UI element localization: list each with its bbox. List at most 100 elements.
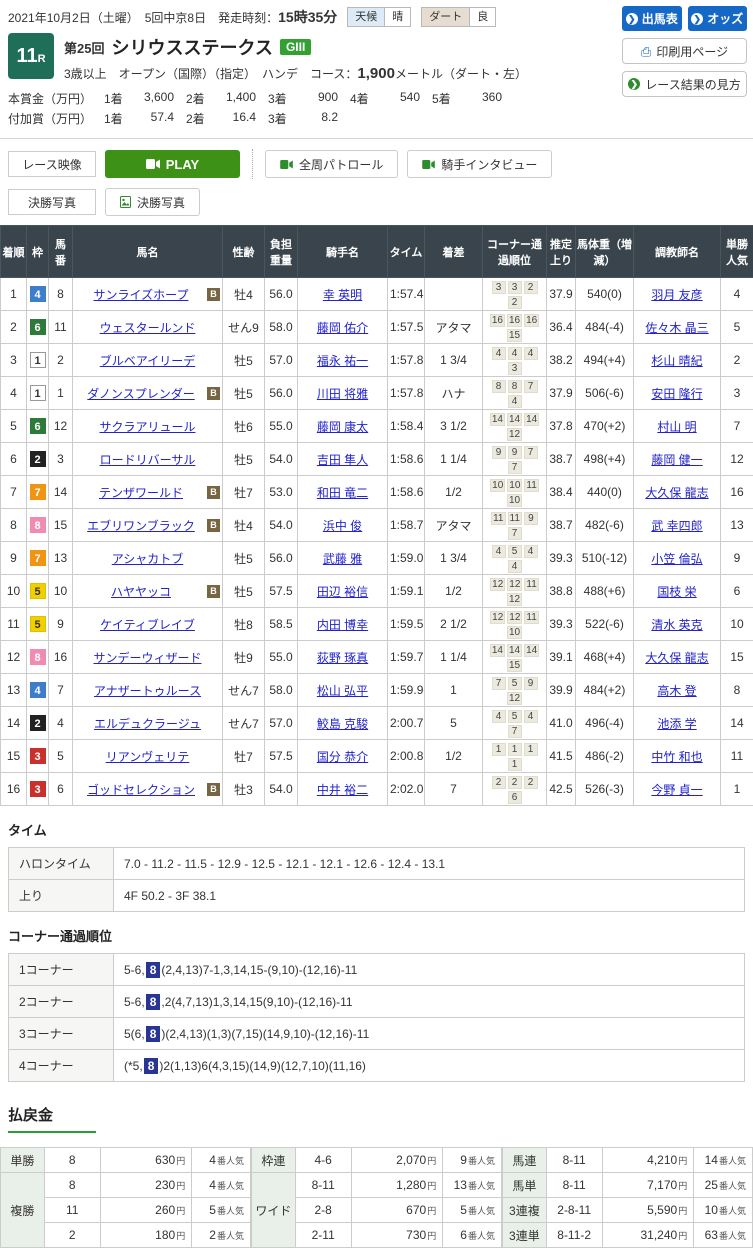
jockey-name-link[interactable]: 田辺 裕信	[317, 585, 368, 599]
jockey-name-link[interactable]: 鮫島 克駿	[317, 717, 368, 731]
bet-type-label: 馬連	[503, 1148, 547, 1173]
entry-table-button[interactable]: ❯ 出馬表	[622, 6, 682, 31]
horse-name-link[interactable]: ウェスタールンド	[100, 321, 196, 335]
trainer-name-link[interactable]: 大久保 龍志	[645, 486, 708, 500]
trainer-name-link[interactable]: 佐々木 晶三	[645, 321, 708, 335]
prize-value: 900	[294, 90, 338, 107]
payout-row: 単勝8630円4番人気	[1, 1148, 251, 1173]
corner-position: 2	[508, 296, 522, 309]
estimated-last3f: 39.9	[547, 674, 576, 707]
horse-name-link[interactable]: リアンヴェリテ	[106, 750, 190, 764]
trainer-name-link[interactable]: 高木 登	[657, 684, 696, 698]
bracket-number-badge: 5	[30, 616, 46, 632]
horse-name-link[interactable]: エブリワンブラック	[87, 519, 195, 533]
jockey-cell: 荻野 琢真	[298, 641, 388, 674]
column-header: 馬体重（増減）	[576, 226, 634, 278]
start-time: 15時35分	[278, 9, 337, 25]
finish-time: 1:57.8	[388, 377, 425, 410]
print-page-button[interactable]: ⎙ 印刷用ページ	[622, 38, 747, 64]
horse-name-link[interactable]: ハヤヤッコ	[111, 585, 171, 599]
horse-name-cell: サンライズホープB	[73, 278, 223, 311]
trainer-name-link[interactable]: 今野 貞一	[651, 783, 702, 797]
horse-number: 14	[49, 476, 73, 509]
payout-amount: 730円	[351, 1223, 443, 1248]
payout-popularity: 10番人気	[694, 1198, 753, 1223]
horse-name-link[interactable]: アシャカトブ	[112, 552, 184, 566]
horse-name-link[interactable]: アナザートゥルース	[94, 684, 201, 698]
jockey-name-link[interactable]: 和田 竜二	[317, 486, 368, 500]
horse-name-link[interactable]: ロードリバーサル	[100, 453, 196, 467]
video-camera-icon	[146, 159, 160, 169]
horse-name-link[interactable]: エルデュクラージュ	[94, 717, 201, 731]
estimated-last3f: 39.3	[547, 608, 576, 641]
horse-name-link[interactable]: テンザワールド	[99, 486, 183, 500]
last-furlongs-value: 4F 50.2 - 3F 38.1	[114, 880, 745, 912]
horse-name-link[interactable]: サンライズホープ	[94, 288, 189, 302]
carried-weight: 57.5	[265, 740, 298, 773]
jockey-cell: 藤岡 佑介	[298, 311, 388, 344]
corner-positions-cell: 10101110	[483, 476, 547, 509]
result-row: 148サンライズホープB牡456.0幸 英明1:57.4332237.9540(…	[1, 278, 753, 311]
horse-name-link[interactable]: ケイティブレイブ	[100, 618, 195, 632]
corner-order-value: (*5,8)2(1,13)6(4,3,15)(14,9)(12,7,10)(11…	[114, 1050, 745, 1082]
bet-type-label: 枠連	[252, 1148, 296, 1173]
trainer-name-link[interactable]: 武 幸四郎	[651, 519, 702, 533]
horse-name-link[interactable]: ブルベアイリーデ	[100, 354, 195, 368]
trainer-name-link[interactable]: 中竹 和也	[651, 750, 702, 764]
blinker-badge: B	[207, 387, 220, 400]
trainer-name-link[interactable]: 小笠 倫弘	[651, 552, 702, 566]
trainer-name-link[interactable]: 池添 学	[657, 717, 696, 731]
trainer-name-link[interactable]: 安田 隆行	[651, 387, 702, 401]
jockey-name-link[interactable]: 武藤 雅	[323, 552, 362, 566]
jockey-name-link[interactable]: 幸 英明	[323, 288, 362, 302]
jockey-name-link[interactable]: 福永 祐一	[317, 354, 368, 368]
finish-photo-button[interactable]: 決勝写真	[105, 188, 200, 216]
finish-time: 1:58.6	[388, 443, 425, 476]
play-button[interactable]: PLAY	[105, 150, 240, 178]
jockey-name-link[interactable]: 浜中 俊	[323, 519, 362, 533]
jockey-name-link[interactable]: 内田 博幸	[317, 618, 368, 632]
sex-age: せん9	[223, 311, 265, 344]
jockey-name-link[interactable]: 荻野 琢真	[317, 651, 368, 665]
estimated-last3f: 42.5	[547, 773, 576, 806]
corner-section-title: コーナー通過順位	[0, 912, 753, 953]
trainer-name-link[interactable]: 村山 明	[657, 420, 696, 434]
trainer-name-link[interactable]: 杉山 晴紀	[651, 354, 702, 368]
result-guide-button[interactable]: ❯ レース結果の見方	[622, 71, 747, 97]
odds-button[interactable]: ❯ オッズ	[688, 6, 748, 31]
sex-age: 牡5	[223, 542, 265, 575]
trainer-name-link[interactable]: 羽月 友彦	[651, 288, 702, 302]
trainer-name-link[interactable]: 藤岡 健一	[651, 453, 702, 467]
jockey-name-link[interactable]: 松山 弘平	[317, 684, 368, 698]
trainer-name-link[interactable]: 大久保 龍志	[645, 651, 708, 665]
last-furlongs-label: 上り	[9, 880, 114, 912]
horse-name-link[interactable]: ゴッドセレクション	[87, 783, 195, 797]
horse-name-link[interactable]: ダノンスプレンダー	[87, 387, 194, 401]
jockey-name-link[interactable]: 川田 将雅	[317, 387, 368, 401]
horse-name-link[interactable]: サンデーウィザード	[93, 651, 201, 665]
corner-position: 10	[490, 479, 505, 492]
patrol-video-button[interactable]: 全周パトロール	[265, 150, 398, 178]
jockey-name-link[interactable]: 藤岡 佑介	[317, 321, 368, 335]
horse-name-link[interactable]: サクラアリュール	[99, 420, 195, 434]
finish-time: 2:00.8	[388, 740, 425, 773]
prize-rank: 3着	[268, 90, 294, 107]
estimated-last3f: 38.7	[547, 509, 576, 542]
jockey-name-link[interactable]: 国分 恭介	[317, 750, 368, 764]
jockey-name-link[interactable]: 吉田 隼人	[317, 453, 368, 467]
jockey-interview-button[interactable]: 騎手インタビュー	[407, 150, 552, 178]
trainer-name-link[interactable]: 国枝 栄	[657, 585, 696, 599]
corner-position: 11	[524, 611, 538, 624]
jockey-name-link[interactable]: 藤岡 康太	[317, 420, 368, 434]
trainer-cell: 杉山 晴紀	[634, 344, 721, 377]
horse-name-cell: アシャカトブ	[73, 542, 223, 575]
jockey-name-link[interactable]: 中井 裕二	[317, 783, 368, 797]
bracket-cell: 8	[27, 641, 49, 674]
trainer-name-link[interactable]: 清水 英克	[651, 618, 702, 632]
win-popularity: 8	[721, 674, 753, 707]
results-header-row: 着順枠馬番馬名性齢負担重量騎手名タイム着差コーナー通過順位推定上り馬体重（増減）…	[1, 226, 753, 278]
printer-icon: ⎙	[641, 45, 651, 58]
finish-position: 2	[1, 311, 27, 344]
payout-amount: 230円	[100, 1173, 192, 1198]
horse-weight: 510(-12)	[576, 542, 634, 575]
